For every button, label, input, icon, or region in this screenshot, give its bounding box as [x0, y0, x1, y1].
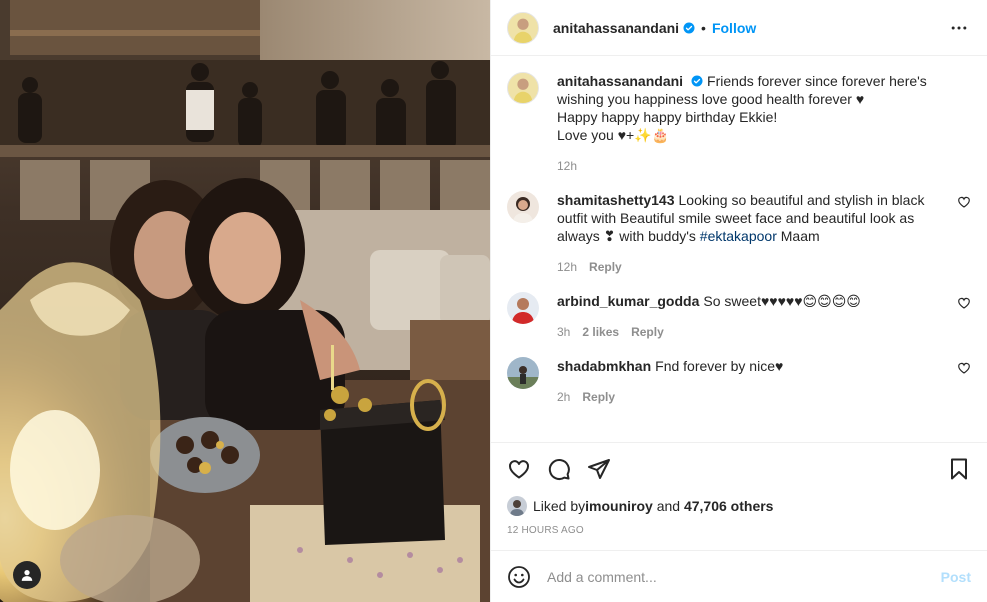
heart-icon[interactable]	[507, 457, 531, 481]
header-separator: •	[701, 19, 706, 36]
caption-line-2: Happy happy happy birthday Ekkie!	[557, 109, 778, 125]
comment-meta: 2h Reply	[557, 390, 947, 404]
comment-likes[interactable]: 2 likes	[582, 325, 619, 339]
add-comment-bar: Post	[491, 550, 987, 602]
comment-icon[interactable]	[547, 457, 571, 481]
comment-like-heart-icon[interactable]	[957, 195, 971, 209]
caption-avatar-image	[508, 73, 538, 103]
user-tag-icon	[21, 570, 33, 581]
reply-button[interactable]: Reply	[582, 390, 615, 404]
caption-line-3: Love you ♥+✨🎂	[557, 127, 670, 143]
commenter-avatar-image	[507, 191, 539, 223]
caption-username[interactable]: anitahassanandani	[557, 73, 683, 89]
verified-badge-icon	[691, 75, 703, 87]
likes-summary: Liked by imouniroy and 47,706 others	[507, 495, 971, 517]
likes-count[interactable]: 47,706 others	[684, 498, 774, 514]
comment-item: arbind_kumar_godda So sweet♥♥♥♥♥😊😊😊😊 3h 2…	[507, 292, 971, 339]
reply-button[interactable]: Reply	[631, 325, 664, 339]
action-icons	[507, 443, 971, 495]
follow-button[interactable]: Follow	[712, 20, 756, 36]
author-avatar[interactable]	[507, 11, 539, 44]
more-horizontal-icon	[951, 26, 967, 29]
comments-list[interactable]: anitahassanandani Friends forever since f…	[491, 56, 987, 442]
post-timestamp[interactable]: 12 HOURS AGO	[507, 525, 971, 536]
comment-message-end: Maam	[776, 228, 820, 244]
bookmark-icon[interactable]	[947, 457, 971, 481]
share-icon[interactable]	[587, 457, 611, 481]
comment-body: shamitashetty143 Looking so beautiful and…	[557, 191, 971, 274]
comment-item: shamitashetty143 Looking so beautiful and…	[507, 191, 971, 274]
comment-hashtag[interactable]: #ektakapoor	[700, 228, 777, 244]
comment-meta: 12h Reply	[557, 260, 947, 274]
comment-like-heart-icon[interactable]	[957, 296, 971, 310]
author-avatar-image	[508, 12, 538, 43]
post-photo[interactable]	[0, 0, 490, 602]
comment-message: Fnd forever by nice♥	[655, 358, 784, 374]
comment-body: shadabmkhan Fnd forever by nice♥ 2h Reply	[557, 357, 971, 404]
instagram-post: anitahassanandani • Follow anitahassanan…	[0, 0, 987, 602]
commenter-avatar[interactable]	[507, 292, 539, 324]
commenter-avatar[interactable]	[507, 357, 539, 389]
comment-time[interactable]: 3h	[557, 325, 570, 339]
comment-meta: 3h 2 likes Reply	[557, 325, 947, 339]
comment-input[interactable]	[547, 568, 941, 585]
comment-text: shadabmkhan Fnd forever by nice♥	[557, 357, 947, 375]
commenter-avatar-image	[507, 357, 539, 389]
reply-button[interactable]: Reply	[589, 260, 622, 274]
post-actions: Liked by imouniroy and 47,706 others 12 …	[491, 442, 987, 550]
more-options-button[interactable]	[947, 16, 971, 40]
emoji-icon[interactable]	[507, 565, 531, 589]
liker-username[interactable]: imouniroy	[585, 498, 653, 514]
likes-middle: and	[652, 498, 684, 514]
comment-username[interactable]: shadabmkhan	[557, 358, 651, 374]
post-sidebar: anitahassanandani • Follow anitahassanan…	[490, 0, 987, 602]
post-image	[0, 0, 490, 602]
comment-username[interactable]: arbind_kumar_godda	[557, 293, 699, 309]
commenter-avatar[interactable]	[507, 191, 539, 223]
comment-time[interactable]: 2h	[557, 390, 570, 404]
liker-avatar-image	[507, 496, 527, 516]
author-username[interactable]: anitahassanandani	[553, 20, 679, 36]
liker-avatar[interactable]	[507, 496, 527, 516]
likes-prefix: Liked by	[533, 498, 586, 514]
caption-avatar[interactable]	[507, 72, 539, 104]
verified-badge-icon	[683, 22, 695, 33]
caption-time[interactable]: 12h	[557, 159, 577, 173]
caption-text: anitahassanandani Friends forever since f…	[557, 72, 947, 144]
caption-meta: 12h	[557, 159, 947, 173]
comment-username[interactable]: shamitashetty143	[557, 192, 675, 208]
comment-body: arbind_kumar_godda So sweet♥♥♥♥♥😊😊😊😊 3h 2…	[557, 292, 971, 339]
comment-text: arbind_kumar_godda So sweet♥♥♥♥♥😊😊😊😊	[557, 292, 947, 310]
comment-text: shamitashetty143 Looking so beautiful and…	[557, 191, 947, 245]
caption-body: anitahassanandani Friends forever since f…	[557, 72, 971, 173]
user-tag-button[interactable]	[13, 561, 41, 589]
comment-message: So sweet♥♥♥♥♥😊😊😊😊	[703, 293, 861, 309]
comment-time[interactable]: 12h	[557, 260, 577, 274]
post-header: anitahassanandani • Follow	[491, 0, 987, 56]
post-comment-button[interactable]: Post	[941, 569, 971, 585]
caption-item: anitahassanandani Friends forever since f…	[507, 72, 971, 173]
comment-item: shadabmkhan Fnd forever by nice♥ 2h Reply	[507, 357, 971, 404]
commenter-avatar-image	[507, 292, 539, 324]
comment-like-heart-icon[interactable]	[957, 361, 971, 375]
